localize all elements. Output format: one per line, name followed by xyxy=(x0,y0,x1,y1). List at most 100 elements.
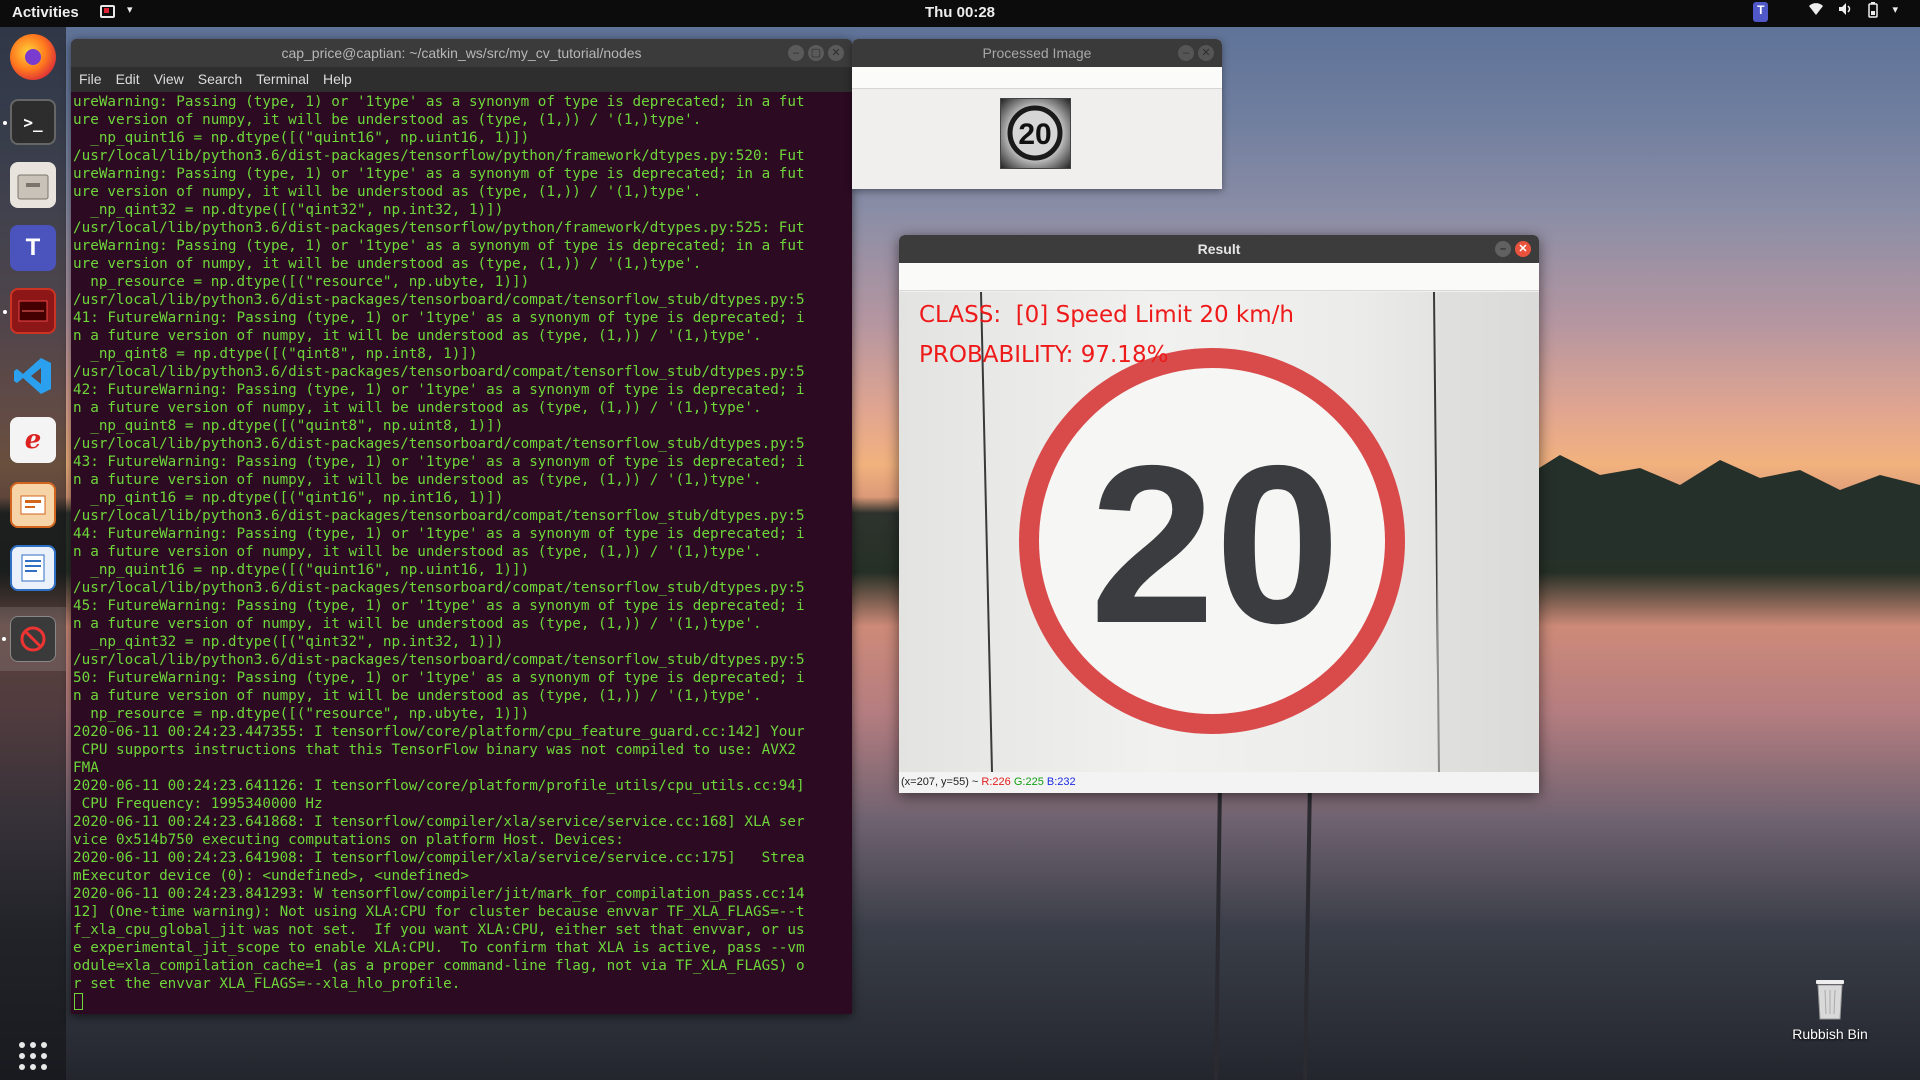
terminal-line: ureWarning: Passing (type, 1) or '1type'… xyxy=(73,94,805,110)
terminal-line: 43: FutureWarning: Passing (type, 1) or … xyxy=(73,454,805,470)
terminal-line: np_resource = np.dtype([("resource", np.… xyxy=(90,274,530,290)
menu-help[interactable]: Help xyxy=(323,67,352,92)
top-bar: Activities ▾ Thu 00:28 T ▾ xyxy=(0,0,1920,27)
terminal-line: ure version of numpy, it will be underst… xyxy=(73,112,702,128)
thumbnail-sign-text: 20 xyxy=(1018,118,1051,151)
terminal-line: n a future version of numpy, it will be … xyxy=(73,616,762,632)
processed-image-app-icon[interactable] xyxy=(2,616,56,662)
menu-view[interactable]: View xyxy=(154,67,184,92)
trash-icon xyxy=(1813,976,1847,1020)
result-title: Result xyxy=(1197,241,1241,257)
status-blue-value: B:232 xyxy=(1046,776,1076,788)
processed-image-toolbar xyxy=(852,67,1222,89)
terminal-line: ure version of numpy, it will be underst… xyxy=(73,256,702,272)
menu-file[interactable]: File xyxy=(79,67,102,92)
writer-icon[interactable] xyxy=(10,545,56,591)
terminal-line: n a future version of numpy, it will be … xyxy=(73,688,762,704)
terminal-line: /usr/local/lib/python3.6/dist-packages/t… xyxy=(73,580,805,596)
firefox-icon[interactable] xyxy=(10,34,56,80)
show-applications-button[interactable] xyxy=(19,1042,47,1070)
wallpaper-reflection xyxy=(1214,780,1312,1080)
terminal-line: 45: FutureWarning: Passing (type, 1) or … xyxy=(73,598,805,614)
wifi-icon[interactable] xyxy=(1808,2,1824,22)
processed-image-thumbnail: 20 xyxy=(1000,98,1071,169)
terminal-line: n a future version of numpy, it will be … xyxy=(73,472,762,488)
vscode-icon[interactable] xyxy=(10,353,56,399)
terminal-line: _np_quint16 = np.dtype([("quint16", np.u… xyxy=(90,130,530,146)
clock[interactable]: Thu 00:28 xyxy=(0,4,1920,21)
battery-icon[interactable] xyxy=(1868,2,1879,22)
impress-icon[interactable] xyxy=(10,482,56,528)
processed-image-titlebar[interactable]: Processed Image – ✕ xyxy=(852,39,1222,67)
terminal-line: n a future version of numpy, it will be … xyxy=(73,400,762,416)
minimize-icon[interactable]: – xyxy=(1495,241,1511,257)
terminal-line: 2020-06-11 00:24:23.641868: I tensorflow… xyxy=(73,814,805,830)
terminal-line: 2020-06-11 00:24:23.447355: I tensorflow… xyxy=(73,724,805,740)
menu-edit[interactable]: Edit xyxy=(116,67,140,92)
terminal-line: _np_qint16 = np.dtype([("qint16", np.int… xyxy=(90,490,504,506)
terminal-menubar: File Edit View Search Terminal Help xyxy=(71,67,852,92)
files-icon[interactable] xyxy=(10,162,56,208)
terminal-line: 2020-06-11 00:24:23.641908: I tensorflow… xyxy=(73,850,805,866)
terminal-line: /usr/local/lib/python3.6/dist-packages/t… xyxy=(73,364,805,380)
status-red-value: R:226 xyxy=(981,776,1011,788)
close-icon[interactable]: ✕ xyxy=(1198,45,1214,61)
teams-icon[interactable]: T xyxy=(10,225,56,271)
terminal-line: _np_qint32 = np.dtype([("qint32", np.int… xyxy=(90,634,504,650)
teams-tray-icon[interactable]: T xyxy=(1753,2,1769,22)
terminal-line: ure version of numpy, it will be underst… xyxy=(73,184,702,200)
result-titlebar[interactable]: Result – ✕ xyxy=(899,235,1539,263)
terminal-line: n a future version of numpy, it will be … xyxy=(73,544,762,560)
close-icon[interactable]: ✕ xyxy=(828,45,844,61)
result-image[interactable]: 20 CLASS: [0] Speed Limit 20 km/h PROBAB… xyxy=(899,292,1539,772)
terminal-icon[interactable]: >_ xyxy=(3,99,56,145)
result-window[interactable]: Result – ✕ 20 CLASS: [0] Speed Limit 20 … xyxy=(899,235,1539,793)
power-menu-arrow-icon[interactable]: ▾ xyxy=(1892,2,1898,22)
terminal-line: np_resource = np.dtype([("resource", np.… xyxy=(90,706,530,722)
terminal-line: 2020-06-11 00:24:23.841293: W tensorflow… xyxy=(73,886,805,902)
terminal-line: e experimental_jit_scope to enable XLA:C… xyxy=(73,940,805,956)
terminal-title: cap_price@captian: ~/catkin_ws/src/my_cv… xyxy=(281,45,642,61)
terminal-titlebar[interactable]: cap_price@captian: ~/catkin_ws/src/my_cv… xyxy=(71,39,852,67)
dock: >_ T e xyxy=(0,27,66,1080)
volume-icon[interactable] xyxy=(1838,2,1854,22)
terminal-line: vice 0x514b750 executing computations on… xyxy=(73,832,624,848)
processed-image-window[interactable]: Processed Image – ✕ 20 xyxy=(852,39,1222,189)
terminal-line: 42: FutureWarning: Passing (type, 1) or … xyxy=(73,382,805,398)
terminal-line: 12] (One-time warning): Not using XLA:CP… xyxy=(73,904,805,920)
terminal-output[interactable]: ureWarning: Passing (type, 1) or '1type'… xyxy=(71,92,852,1014)
terminal-line: f_xla_cpu_global_jit was not set. If you… xyxy=(73,922,805,938)
terminal-line: mExecutor device (0): <undefined>, <unde… xyxy=(73,868,469,884)
terminal-line: /usr/local/lib/python3.6/dist-packages/t… xyxy=(73,508,805,524)
terminal-line: 41: FutureWarning: Passing (type, 1) or … xyxy=(73,310,805,326)
maximize-icon[interactable]: ▢ xyxy=(808,45,824,61)
terminal-line: _np_quint16 = np.dtype([("quint16", np.u… xyxy=(90,562,530,578)
terminal-line: FMA xyxy=(73,760,99,776)
close-icon[interactable]: ✕ xyxy=(1515,241,1531,257)
terminal-line: _np_qint32 = np.dtype([("qint32", np.int… xyxy=(90,202,504,218)
result-toolbar xyxy=(899,263,1539,291)
result-statusbar: (x=207, y=55) ~ R:226 G:225 B:232 xyxy=(899,772,1539,793)
class-overlay-text: CLASS: [0] Speed Limit 20 km/h xyxy=(919,302,1294,328)
terminal-line: n a future version of numpy, it will be … xyxy=(73,328,762,344)
terminal-cursor xyxy=(74,993,83,1010)
terminal-line: ureWarning: Passing (type, 1) or '1type'… xyxy=(73,166,805,182)
minimize-icon[interactable]: – xyxy=(788,45,804,61)
speed-sign-number: 20 xyxy=(1090,418,1340,670)
menu-search[interactable]: Search xyxy=(198,67,242,92)
terminal-line: _np_quint8 = np.dtype([("quint8", np.uin… xyxy=(90,418,504,434)
system-tray[interactable]: T ▾ xyxy=(1753,2,1898,22)
screen-recorder-icon[interactable] xyxy=(3,288,56,334)
menu-terminal[interactable]: Terminal xyxy=(256,67,309,92)
status-green-value: G:225 xyxy=(1013,776,1044,788)
terminal-line: ureWarning: Passing (type, 1) or '1type'… xyxy=(73,238,805,254)
terminal-line: /usr/local/lib/python3.6/dist-packages/t… xyxy=(73,652,805,668)
minimize-icon[interactable]: – xyxy=(1178,45,1194,61)
evince-icon[interactable]: e xyxy=(10,417,56,463)
terminal-window[interactable]: cap_price@captian: ~/catkin_ws/src/my_cv… xyxy=(71,39,852,1014)
terminal-line: 44: FutureWarning: Passing (type, 1) or … xyxy=(73,526,805,542)
rubbish-bin-desktop-icon[interactable]: Rubbish Bin xyxy=(1780,976,1880,1042)
terminal-line: /usr/local/lib/python3.6/dist-packages/t… xyxy=(73,292,805,308)
terminal-line: /usr/local/lib/python3.6/dist-packages/t… xyxy=(73,148,805,164)
terminal-line: odule=xla_compilation_cache=1 (as a prop… xyxy=(73,958,805,974)
